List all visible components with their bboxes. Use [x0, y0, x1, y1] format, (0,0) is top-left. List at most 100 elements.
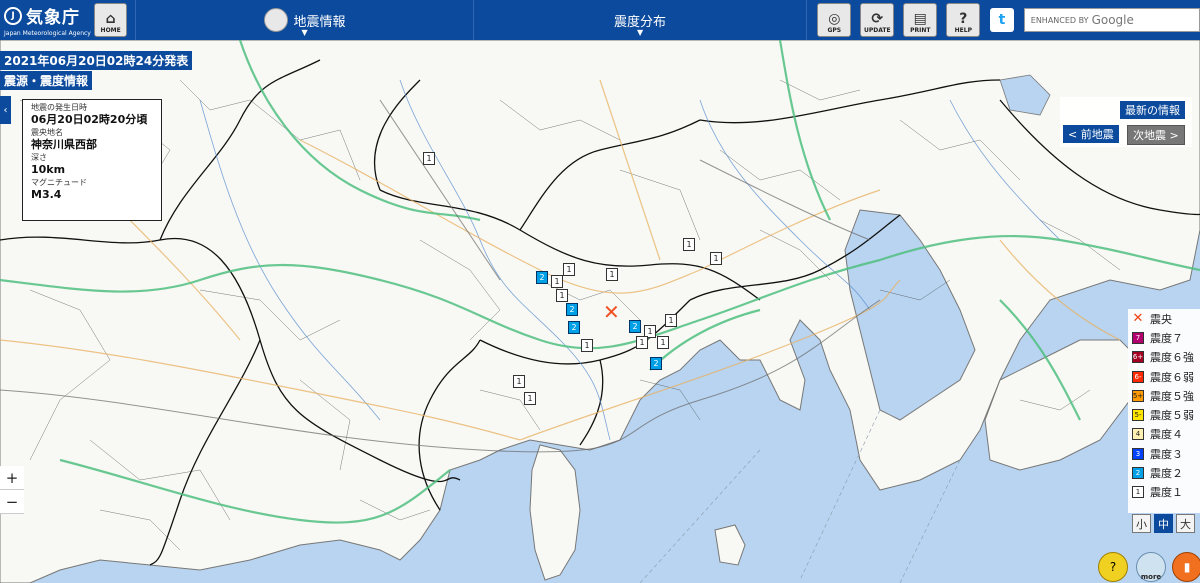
- intensity-1-marker[interactable]: 1: [636, 336, 648, 349]
- intensity-1-marker[interactable]: 1: [423, 152, 435, 165]
- time-label: 地震の発生日時: [31, 103, 87, 112]
- help-icon: ?: [959, 11, 968, 27]
- intensity-swatch: 5+: [1132, 389, 1144, 402]
- intensity-distribution-menu[interactable]: 震度分布 ▼: [472, 0, 807, 40]
- legend-item: 2 震度２: [1128, 463, 1200, 482]
- magnitude-label: マグニチュード: [31, 178, 87, 187]
- guide-icon: ?: [1109, 560, 1117, 574]
- intensity-1-marker[interactable]: 1: [657, 336, 669, 349]
- more-button[interactable]: more: [1136, 552, 1166, 582]
- publication-time: 2021年06月20日02時24分発表: [0, 51, 193, 70]
- zoom-out-button[interactable]: −: [0, 490, 24, 514]
- intensity-legend: ✕ 震央 7 震度７ 6+ 震度６強 6- 震度６弱 5+ 震度５強 5- 震度…: [1128, 309, 1200, 513]
- search-brand: Google: [1091, 13, 1134, 27]
- seismo-icon: [263, 8, 288, 32]
- legend-item: 5+ 震度５強: [1128, 386, 1200, 405]
- chevron-left-icon: ‹: [3, 104, 8, 116]
- intensity-swatch: 2: [1132, 467, 1144, 480]
- legend-label: 震度７: [1150, 331, 1183, 345]
- previous-quake-button[interactable]: < 前地震: [1063, 125, 1119, 143]
- menu1-label: 地震情報: [293, 14, 346, 30]
- home-label: HOME: [100, 27, 121, 34]
- guide-button[interactable]: ?: [1098, 552, 1128, 582]
- more-label: more: [1140, 573, 1162, 581]
- search-prefix: ENHANCED BY: [1030, 15, 1089, 25]
- intensity-1-marker[interactable]: 1: [563, 263, 575, 276]
- intensity-swatch: 7: [1132, 331, 1144, 344]
- legend-epicenter: ✕ 震央: [1128, 309, 1200, 328]
- place-label: 震央地名: [31, 128, 63, 137]
- intensity-swatch: 3: [1132, 447, 1144, 460]
- icon-size-selector: 小 中 大: [1132, 514, 1195, 533]
- latest-info-button[interactable]: 最新の情報: [1119, 100, 1186, 120]
- update-button[interactable]: ⟳ UPDATE: [860, 3, 895, 37]
- collapse-panel-button[interactable]: ‹: [0, 96, 11, 124]
- intensity-2-marker[interactable]: 2: [536, 271, 548, 284]
- legend-label: 震度５弱: [1150, 409, 1194, 423]
- legend-label: 震度５強: [1150, 389, 1194, 403]
- print-button[interactable]: ▤ PRINT: [903, 3, 938, 37]
- next-quake-button[interactable]: 次地震 >: [1127, 125, 1185, 145]
- chevron-down-icon: ▼: [636, 28, 644, 37]
- chevron-down-icon: ▼: [301, 28, 308, 37]
- print-icon: ▤: [913, 11, 927, 27]
- legend-item: 6+ 震度６強: [1128, 348, 1200, 367]
- menu2-label: 震度分布: [614, 14, 667, 30]
- intensity-1-marker[interactable]: 1: [524, 392, 536, 405]
- book-button[interactable]: ▮: [1172, 552, 1200, 582]
- intensity-1-marker[interactable]: 1: [551, 275, 563, 288]
- legend-label: 震度４: [1150, 428, 1183, 442]
- print-label: PRINT: [910, 27, 931, 34]
- time-value: 06月20日02時20分頃: [31, 113, 148, 126]
- intensity-swatch: 4: [1132, 428, 1144, 441]
- logo-english: Japan Meteorological Agency: [4, 30, 91, 37]
- magnitude-value: M3.4: [31, 188, 62, 201]
- intensity-2-marker[interactable]: 2: [650, 357, 662, 370]
- intensity-2-marker[interactable]: 2: [629, 320, 641, 333]
- search-input[interactable]: ENHANCED BY Google: [1023, 8, 1200, 32]
- epicenter-marker[interactable]: ✕: [603, 302, 620, 322]
- legend-label: 震度２: [1150, 467, 1183, 481]
- intensity-swatch: 6-: [1132, 370, 1144, 383]
- map-canvas[interactable]: [0, 40, 1200, 583]
- help-button[interactable]: ? HELP: [946, 3, 981, 37]
- legend-label: 震度６強: [1150, 351, 1194, 365]
- intensity-1-marker[interactable]: 1: [581, 339, 593, 352]
- publication-banner: 2021年06月20日02時24分発表 震源・震度情報: [0, 50, 193, 90]
- gps-button[interactable]: ◎ GPS: [817, 3, 852, 37]
- size-small-button[interactable]: 小: [1132, 514, 1151, 533]
- gps-label: GPS: [827, 27, 842, 34]
- intensity-swatch: 1: [1132, 486, 1144, 499]
- legend-label: 震央: [1150, 312, 1172, 326]
- home-icon: ⌂: [105, 11, 116, 27]
- size-medium-button[interactable]: 中: [1154, 514, 1173, 533]
- intensity-swatch: 5-: [1132, 409, 1144, 422]
- intensity-1-marker[interactable]: 1: [556, 289, 568, 302]
- depth-value: 10km: [31, 163, 66, 176]
- intensity-2-marker[interactable]: 2: [568, 321, 580, 334]
- legend-label: 震度３: [1150, 447, 1183, 461]
- size-large-button[interactable]: 大: [1176, 514, 1195, 533]
- earthquake-info-menu[interactable]: 地震情報 ▼: [135, 0, 472, 40]
- twitter-button[interactable]: t: [990, 8, 1014, 32]
- epicenter-icon: ✕: [1132, 311, 1144, 327]
- info-type: 震源・震度情報: [0, 71, 93, 90]
- intensity-swatch: 6+: [1132, 351, 1144, 364]
- depth-label: 深さ: [31, 153, 47, 162]
- intensity-1-marker[interactable]: 1: [683, 238, 695, 251]
- jma-logo[interactable]: J 気象庁 Japan Meteorological Agency: [0, 0, 91, 40]
- legend-item: 4 震度４: [1128, 425, 1200, 444]
- intensity-1-marker[interactable]: 1: [665, 314, 677, 327]
- quake-navigation: 最新の情報 < 前地震 次地震 >: [1060, 97, 1192, 147]
- intensity-1-marker[interactable]: 1: [513, 375, 525, 388]
- legend-item: 5- 震度５弱: [1128, 405, 1200, 424]
- help-label: HELP: [954, 27, 972, 34]
- intensity-1-marker[interactable]: 1: [710, 252, 722, 265]
- update-icon: ⟳: [871, 11, 884, 27]
- zoom-in-button[interactable]: +: [0, 466, 24, 490]
- top-bar: J 気象庁 Japan Meteorological Agency ⌂ HOME…: [0, 0, 1200, 40]
- intensity-2-marker[interactable]: 2: [566, 303, 578, 316]
- zoom-control: + −: [0, 466, 24, 514]
- intensity-1-marker[interactable]: 1: [606, 268, 618, 281]
- home-button[interactable]: ⌂ HOME: [94, 3, 128, 37]
